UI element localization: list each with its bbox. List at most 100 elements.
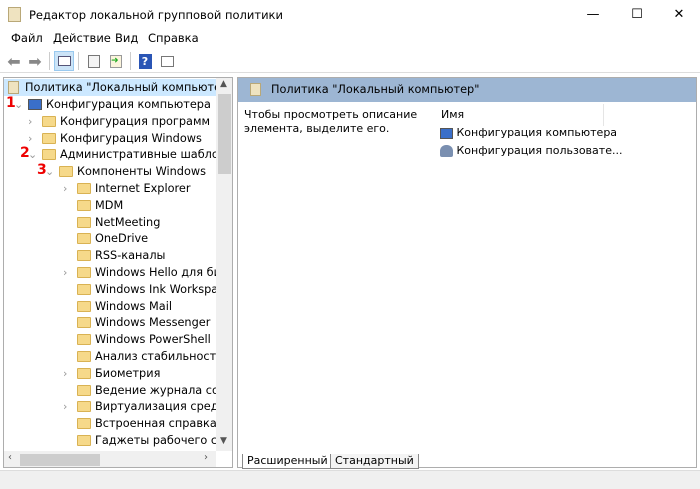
column-header-name[interactable]: Имя: [441, 108, 464, 121]
tree-item-label: Windows Ink Workspace: [95, 282, 232, 296]
tree-item[interactable]: RSS-каналы: [4, 247, 216, 264]
window-title: Редактор локальной групповой политики: [29, 8, 283, 22]
scroll-left-icon[interactable]: ‹: [8, 452, 12, 463]
forward-icon[interactable]: ➡: [25, 51, 45, 71]
folder-icon: [77, 317, 91, 329]
tab-standard[interactable]: Стандартный: [330, 454, 419, 469]
tab-extended[interactable]: Расширенный: [242, 454, 333, 469]
user-icon: [440, 145, 453, 157]
folder-icon: [77, 233, 91, 245]
tree-item[interactable]: › Windows Hello для бизн: [4, 264, 232, 281]
tree-item[interactable]: Windows Ink Workspace: [4, 281, 231, 298]
tree-item-label: Встроенная справка: [95, 417, 217, 431]
collapsed-chevron-icon[interactable]: ›: [63, 180, 67, 197]
tree-item-label: Гаджеты рабочего стол: [95, 434, 233, 447]
folder-icon: [77, 300, 91, 312]
folder-icon: [42, 149, 56, 161]
collapsed-chevron-icon[interactable]: ›: [28, 113, 32, 130]
back-icon[interactable]: ⬅: [4, 51, 24, 71]
tree-item-label: Биометрия: [95, 366, 161, 380]
export-list-icon[interactable]: ➜: [106, 51, 126, 71]
tree-item[interactable]: Windows PowerShell: [4, 331, 216, 348]
tree-root[interactable]: Политика "Локальный компьютер": [4, 79, 232, 96]
folder-icon: [77, 283, 91, 295]
tree-item-label: Ведение журнала собы: [95, 383, 233, 397]
folder-icon: [77, 250, 91, 262]
scroll-right-icon[interactable]: ›: [204, 452, 208, 463]
menu-action[interactable]: Действие: [53, 31, 111, 45]
collapsed-chevron-icon[interactable]: ›: [63, 365, 67, 382]
tree-item[interactable]: › Internet Explorer: [4, 180, 216, 197]
tree-pane: Политика "Локальный компьютер" 1 ⌄ Конфигу…: [3, 77, 233, 468]
menu-bar: Файл Действие Вид Справка: [0, 30, 700, 48]
menu-view[interactable]: Вид: [115, 31, 138, 45]
scroll-down-icon[interactable]: ▼: [220, 436, 227, 446]
policy-scroll-icon: [250, 83, 261, 96]
tree-item[interactable]: Анализ стабильности W: [4, 348, 232, 365]
tree-item-label: RSS-каналы: [95, 249, 166, 263]
tree-item[interactable]: MDM: [4, 197, 216, 214]
column-divider[interactable]: [603, 104, 604, 126]
tree-item[interactable]: OneDrive: [4, 230, 216, 247]
tree-item[interactable]: Ведение журнала собы: [4, 382, 232, 399]
folder-icon: [77, 334, 91, 346]
folder-icon: [77, 199, 91, 211]
tree-root-label: Политика "Локальный компьютер": [25, 81, 233, 94]
maximize-button[interactable]: ☐: [614, 0, 660, 30]
properties-icon[interactable]: [84, 51, 104, 71]
tree-item[interactable]: Windows Mail: [4, 298, 216, 315]
tree-item-label: Конфигурация Windows: [60, 131, 202, 145]
folder-icon: [77, 401, 91, 413]
tree-item[interactable]: Windows Messenger: [4, 314, 216, 331]
tree-item[interactable]: › Виртуализация средств: [4, 398, 232, 415]
list-item[interactable]: Конфигурация компьютера: [440, 126, 617, 139]
tree-item-label: Windows PowerShell: [95, 333, 211, 347]
toolbar-separator: [78, 52, 79, 70]
list-item[interactable]: Конфигурация пользовате...: [440, 144, 622, 157]
horizontal-scroll-thumb[interactable]: [20, 454, 100, 466]
tree-item-label: Windows Messenger: [95, 316, 211, 330]
expanded-chevron-icon[interactable]: ⌄: [45, 163, 54, 180]
folder-icon: [42, 132, 56, 144]
tree-item[interactable]: 1 ⌄ Конфигурация компьютера: [4, 95, 216, 113]
description-text: Чтобы просмотреть описание элемента, выд…: [244, 108, 418, 135]
menu-help[interactable]: Справка: [148, 31, 199, 45]
folder-icon: [77, 351, 91, 362]
scroll-up-icon[interactable]: ▲: [220, 79, 227, 89]
expanded-chevron-icon[interactable]: ⌄: [28, 146, 37, 163]
tree-item[interactable]: Гаджеты рабочего стол: [4, 432, 232, 449]
collapsed-chevron-icon[interactable]: ›: [28, 130, 32, 147]
extended-view-icon[interactable]: [157, 51, 177, 71]
tree-item[interactable]: 3 ⌄ Компоненты Windows: [4, 162, 216, 180]
minimize-button[interactable]: —: [570, 0, 616, 30]
close-button[interactable]: ✕: [656, 0, 700, 30]
collapsed-chevron-icon[interactable]: ›: [63, 398, 67, 415]
tree-item[interactable]: › Конфигурация программ: [4, 113, 216, 130]
folder-icon: [77, 367, 91, 379]
toolbar-separator: [130, 52, 131, 70]
list-item-label: Конфигурация пользовате...: [456, 144, 623, 157]
folder-icon: [77, 267, 91, 278]
collapsed-chevron-icon[interactable]: ›: [63, 264, 67, 281]
tree-item[interactable]: › Конфигурация Windows: [4, 130, 216, 147]
vertical-scroll-thumb[interactable]: [218, 94, 231, 174]
menu-file[interactable]: Файл: [11, 31, 43, 45]
tree-item[interactable]: Встроенная справка: [4, 415, 217, 432]
policy-scroll-icon: [8, 81, 19, 94]
show-hide-tree-icon[interactable]: [54, 51, 74, 71]
tree-item-label: Виртуализация средств: [95, 400, 233, 414]
computer-icon: [28, 99, 42, 110]
folder-icon: [77, 183, 91, 194]
folder-icon: [77, 435, 91, 446]
expanded-chevron-icon[interactable]: ⌄: [14, 96, 23, 113]
folder-icon: [77, 216, 91, 228]
help-icon[interactable]: ?: [135, 51, 155, 71]
tree-item[interactable]: 2 ⌄ Административные шаблоны: [4, 145, 232, 163]
tree-item-label: Windows Mail: [95, 299, 172, 313]
tree-item[interactable]: › Биометрия: [4, 365, 216, 382]
tree-item-label: Windows Hello для бизн: [95, 266, 233, 279]
tree-item-label: NetMeeting: [95, 215, 161, 229]
tree-item[interactable]: NetMeeting: [4, 214, 216, 231]
tree-item-label: Компоненты Windows: [77, 165, 206, 179]
policy-scroll-icon: [8, 7, 21, 22]
